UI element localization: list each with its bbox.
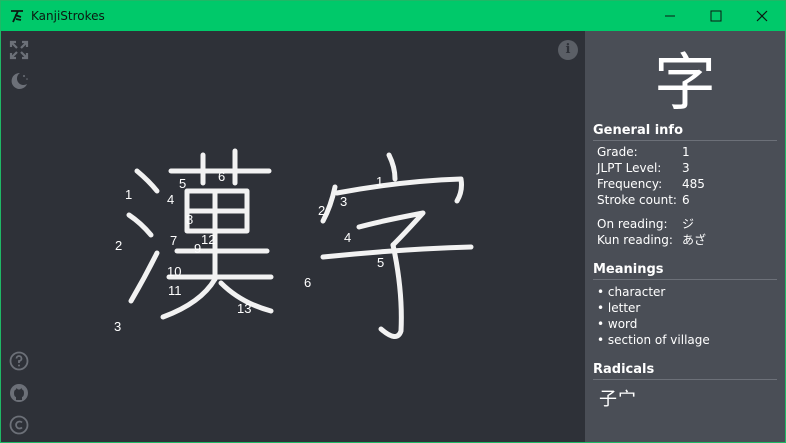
kun-reading-label: Kun reading: — [597, 233, 673, 247]
stroke-order-number: 11 — [168, 283, 182, 298]
window-title: KanjiStrokes — [31, 9, 105, 23]
stroke-count-value: 6 — [682, 193, 690, 207]
frequency-row: Frequency: 485 — [597, 176, 705, 192]
kanji1-stroke — [128, 250, 160, 304]
selected-kanji: 字 — [653, 46, 716, 119]
jlpt-label: JLPT Level: — [597, 161, 662, 175]
stroke-order-number: 1 — [376, 174, 383, 189]
on-reading-value: ジ — [682, 217, 695, 231]
maximize-button[interactable] — [693, 1, 739, 31]
meaning-item: • letter — [597, 301, 641, 315]
kanji2-stroke — [334, 176, 464, 204]
kun-reading-value: あざ — [682, 233, 707, 247]
minimize-button[interactable] — [647, 1, 693, 31]
stroke-order-number: 10 — [167, 264, 181, 279]
kanji-stroke-diagram: 12345 678910111213 123456 — [114, 148, 474, 339]
stroke-order-number: 6 — [218, 169, 225, 184]
drawing-canvas[interactable]: i 1 2 3 4 5 6 7 8 9 10 11 12 13 1 2 3 4 … — [1, 31, 585, 442]
stroke-order-number: 7 — [170, 233, 177, 248]
kanji2-stroke — [386, 152, 398, 182]
stroke-order-number: 2 — [318, 203, 325, 218]
copyright-icon[interactable] — [8, 414, 30, 436]
frequency-label: Frequency: — [597, 177, 663, 191]
stroke-order-number: 3 — [114, 319, 121, 334]
stroke-count-row: Stroke count: 6 — [597, 192, 690, 208]
stroke-order-number: 13 — [237, 301, 251, 316]
stroke-order-number: 6 — [304, 275, 311, 290]
frequency-value: 485 — [682, 177, 705, 191]
radicals-heading: Radicals — [593, 362, 777, 380]
stroke-order-number: 1 — [125, 187, 132, 202]
grade-value: 1 — [682, 145, 690, 159]
radicals-value: 子宀 — [599, 389, 637, 410]
title-bar: KanjiStrokes — [1, 1, 785, 31]
on-reading-row: On reading: ジ — [597, 216, 694, 232]
general-info-heading: General info — [593, 123, 777, 141]
meaning-item: • section of village — [597, 333, 710, 347]
meanings-heading: Meanings — [593, 262, 777, 280]
grade-row: Grade: 1 — [597, 144, 690, 160]
stroke-order-number: 2 — [115, 238, 122, 253]
app-logo-icon — [9, 8, 25, 24]
close-button[interactable] — [739, 1, 785, 31]
app-window: KanjiStrokes i 1 2 3 4 5 6 7 8 9 10 11 1… — [0, 0, 786, 443]
kanji1-stroke — [126, 212, 154, 238]
stroke-order-number: 5 — [179, 176, 186, 191]
stroke-count-label: Stroke count: — [597, 193, 677, 207]
meaning-item: • word — [597, 317, 638, 331]
jlpt-value: 3 — [682, 161, 690, 175]
stroke-order-number: 3 — [340, 194, 347, 209]
on-reading-label: On reading: — [597, 217, 668, 231]
stroke-order-number: 4 — [344, 230, 351, 245]
help-icon[interactable] — [8, 350, 30, 372]
kanji2-stroke — [356, 210, 426, 248]
stroke-order-number: 5 — [377, 255, 384, 270]
stroke-order-number: 12 — [201, 232, 215, 247]
github-icon[interactable] — [8, 382, 30, 404]
grade-label: Grade: — [597, 145, 638, 159]
stroke-order-number: 8 — [186, 212, 193, 227]
kun-reading-row: Kun reading: あざ — [597, 232, 706, 248]
meaning-item: • character — [597, 285, 666, 299]
stroke-order-number: 4 — [167, 192, 174, 207]
info-sidebar: 字 General info Grade: 1 JLPT Level: 3 Freq… — [585, 31, 785, 442]
jlpt-row: JLPT Level: 3 — [597, 160, 690, 176]
kanji1-stroke — [134, 168, 160, 194]
